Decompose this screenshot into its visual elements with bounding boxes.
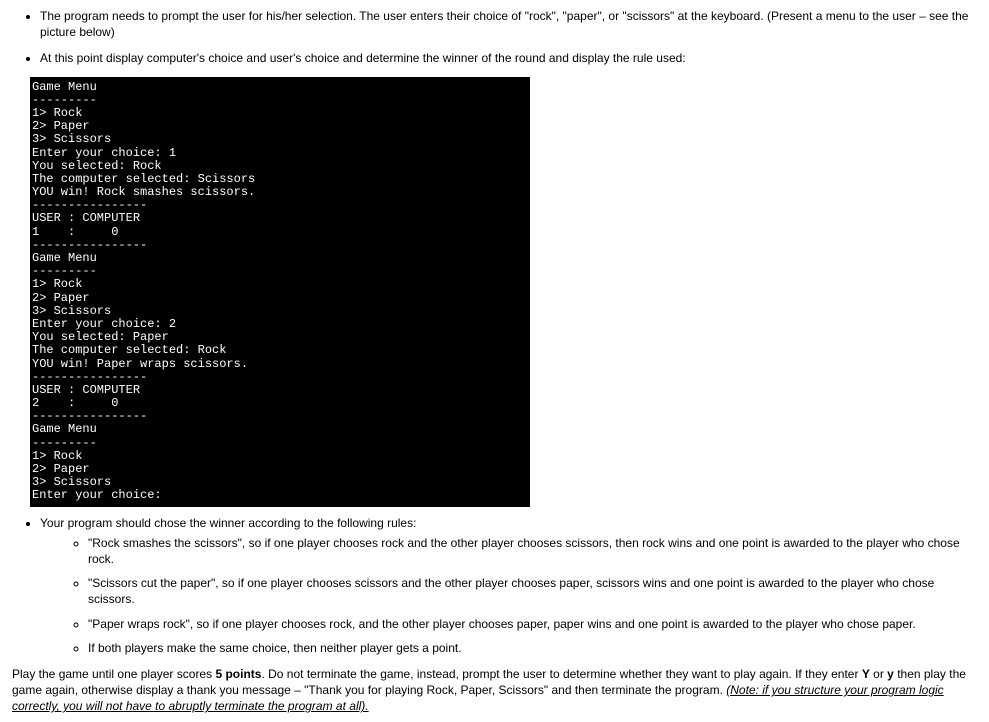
sub-bullet-1: "Rock smashes the scissors", so if one p…	[88, 535, 977, 567]
rules-list: Your program should chose the winner acc…	[12, 515, 977, 656]
instruction-list: The program needs to prompt the user for…	[12, 8, 977, 67]
sub-bullet-3: "Paper wraps rock", so if one player cho…	[88, 616, 977, 632]
closing-paragraph: Play the game until one player scores 5 …	[12, 666, 977, 715]
closing-part3: or	[870, 667, 887, 681]
closing-bold-y: y	[887, 667, 894, 681]
closing-bold-points: 5 points	[215, 667, 261, 681]
closing-bold-Y: Y	[862, 667, 870, 681]
rules-sub-list: "Rock smashes the scissors", so if one p…	[40, 535, 977, 656]
bullet-3-text: Your program should chose the winner acc…	[40, 516, 416, 530]
closing-part2: . Do not terminate the game, instead, pr…	[261, 667, 861, 681]
sub-bullet-4: If both players make the same choice, th…	[88, 640, 977, 656]
bullet-1: The program needs to prompt the user for…	[40, 8, 977, 40]
sub-bullet-2: "Scissors cut the paper", so if one play…	[88, 575, 977, 607]
bullet-3: Your program should chose the winner acc…	[40, 515, 977, 656]
terminal-screenshot: Game Menu --------- 1> Rock 2> Paper 3> …	[30, 77, 530, 507]
closing-part1: Play the game until one player scores	[12, 667, 215, 681]
bullet-2: At this point display computer's choice …	[40, 50, 977, 66]
